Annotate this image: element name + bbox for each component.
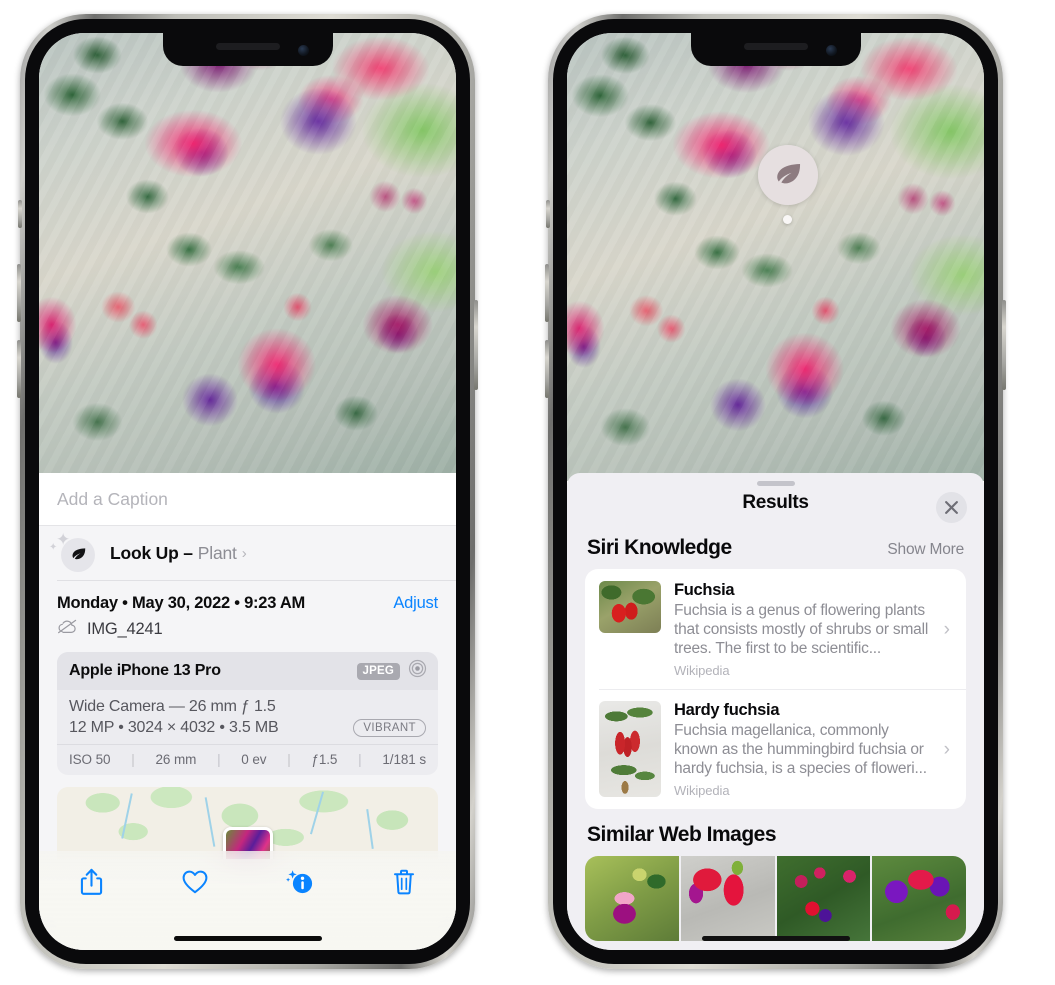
sparkle-small-icon: ✦ [49,541,58,553]
aperture-icon [408,659,427,683]
camera-model: Apple iPhone 13 Pro [69,662,221,679]
photo-viewer[interactable] [39,33,456,475]
caption-placeholder: Add a Caption [57,488,168,509]
iphone-right: Results Siri Knowledge Show More Fuchsia… [545,14,1006,969]
knowledge-title: Fuchsia [674,581,735,599]
knowledge-source: Wikipedia [674,783,730,799]
mute-switch[interactable] [546,200,550,228]
siri-knowledge-card: Fuchsia Fuchsia is a genus of flowering … [585,569,966,810]
knowledge-description: Fuchsia is a genus of flowering plants t… [674,602,929,658]
power-button[interactable] [474,300,478,390]
front-camera [297,45,309,56]
home-indicator[interactable] [173,936,322,941]
section-title: Siri Knowledge [587,536,732,559]
photo-filename: IMG_4241 [87,619,163,638]
metadata-block: Monday • May 30, 2022 • 9:23 AM Adjust I… [39,581,456,639]
chevron-right-icon: › [943,738,950,760]
leaf-icon [61,537,95,572]
visual-look-up-leaf-badge[interactable] [758,145,818,205]
visual-look-up-anchor-dot [783,215,792,224]
notch [690,33,861,66]
exif-divider: | [217,752,221,767]
look-up-subject: Plant [197,543,237,563]
exif-row: ISO 50 | 26 mm | 0 ev | ƒ1.5 | 1/181 s [57,744,438,775]
mute-switch[interactable] [18,200,22,228]
volume-up-button[interactable] [17,264,21,322]
exif-ev: 0 ev [241,752,267,767]
earpiece-speaker [215,43,280,50]
photo-viewer[interactable] [567,33,984,481]
camera-info-card[interactable]: Apple iPhone 13 Pro JPEG Wide Camera — 2… [57,652,438,775]
results-sheet: Results Siri Knowledge Show More Fuchsia… [567,473,984,950]
volume-down-button[interactable] [545,340,549,398]
exif-divider: | [287,752,291,767]
exif-shutter: 1/181 s [382,752,426,767]
cloud-slash-icon [57,619,78,639]
image-specs: 12 MP • 3024 × 4032 • 3.5 MB [69,719,279,736]
results-header: Results [567,473,984,533]
web-image-thumbnail[interactable] [776,856,871,942]
lens-info: Wide Camera — 26 mm ƒ 1.5 [69,698,276,715]
knowledge-row[interactable]: Hardy fuchsia Fuchsia magellanica, commo… [585,689,966,809]
location-map[interactable] [57,787,438,859]
knowledge-row[interactable]: Fuchsia Fuchsia is a genus of flowering … [585,569,966,689]
delete-button[interactable] [376,862,432,902]
web-image-thumbnail[interactable] [585,856,679,942]
similar-web-images-header: Similar Web Images [567,809,984,856]
exif-divider: | [131,752,135,767]
exif-aperture: ƒ1.5 [311,752,338,767]
results-title: Results [742,492,809,513]
close-button[interactable] [936,492,967,523]
adjust-button[interactable]: Adjust [393,594,438,613]
share-button[interactable] [63,862,119,902]
knowledge-source: Wikipedia [674,663,730,679]
look-up-row[interactable]: ✦ ✦ Look Up – Plant › [39,526,456,581]
exif-divider: | [358,752,362,767]
knowledge-description: Fuchsia magellanica, commonly known as t… [674,722,927,778]
chevron-right-icon: › [241,545,247,562]
home-indicator[interactable] [701,936,850,941]
format-badge: JPEG [356,662,400,680]
caption-input-row[interactable]: Add a Caption [39,473,456,526]
similar-web-images-row [585,856,966,942]
photo-date: Monday • May 30, 2022 • 9:23 AM [57,594,306,612]
show-more-button[interactable]: Show More [887,541,964,559]
siri-knowledge-header: Siri Knowledge Show More [567,533,984,569]
screen-left: Add a Caption ✦ ✦ Look Up – Plant › Mond… [39,33,456,950]
exif-focal: 26 mm [155,752,197,767]
front-camera [825,45,837,56]
knowledge-thumbnail [599,701,661,798]
volume-up-button[interactable] [545,264,549,322]
earpiece-speaker [743,43,808,50]
camera-card-header: Apple iPhone 13 Pro JPEG [57,652,438,690]
favorite-button[interactable] [167,862,223,902]
photo-info-sheet: Add a Caption ✦ ✦ Look Up – Plant › Mond… [39,473,456,950]
power-button[interactable] [1002,300,1006,390]
exif-iso: ISO 50 [69,752,111,767]
web-image-thumbnail[interactable] [872,856,966,942]
photo-style-badge: VIBRANT [353,719,426,737]
look-up-icon-wrap: ✦ ✦ [49,531,97,574]
photo-texture [39,33,456,475]
iphone-left: Add a Caption ✦ ✦ Look Up – Plant › Mond… [17,14,478,969]
section-title: Similar Web Images [587,823,777,847]
screen-right: Results Siri Knowledge Show More Fuchsia… [567,33,984,950]
notch [162,33,333,66]
volume-down-button[interactable] [17,340,21,398]
knowledge-title: Hardy fuchsia [674,701,780,720]
info-button[interactable] [272,862,328,902]
web-image-thumbnail[interactable] [680,856,775,942]
look-up-title: Look Up – [110,543,193,563]
knowledge-thumbnail [599,581,661,633]
photo-texture [567,33,984,481]
camera-card-body: Wide Camera — 26 mm ƒ 1.5 12 MP • 3024 ×… [57,690,438,744]
chevron-right-icon: › [943,618,950,640]
